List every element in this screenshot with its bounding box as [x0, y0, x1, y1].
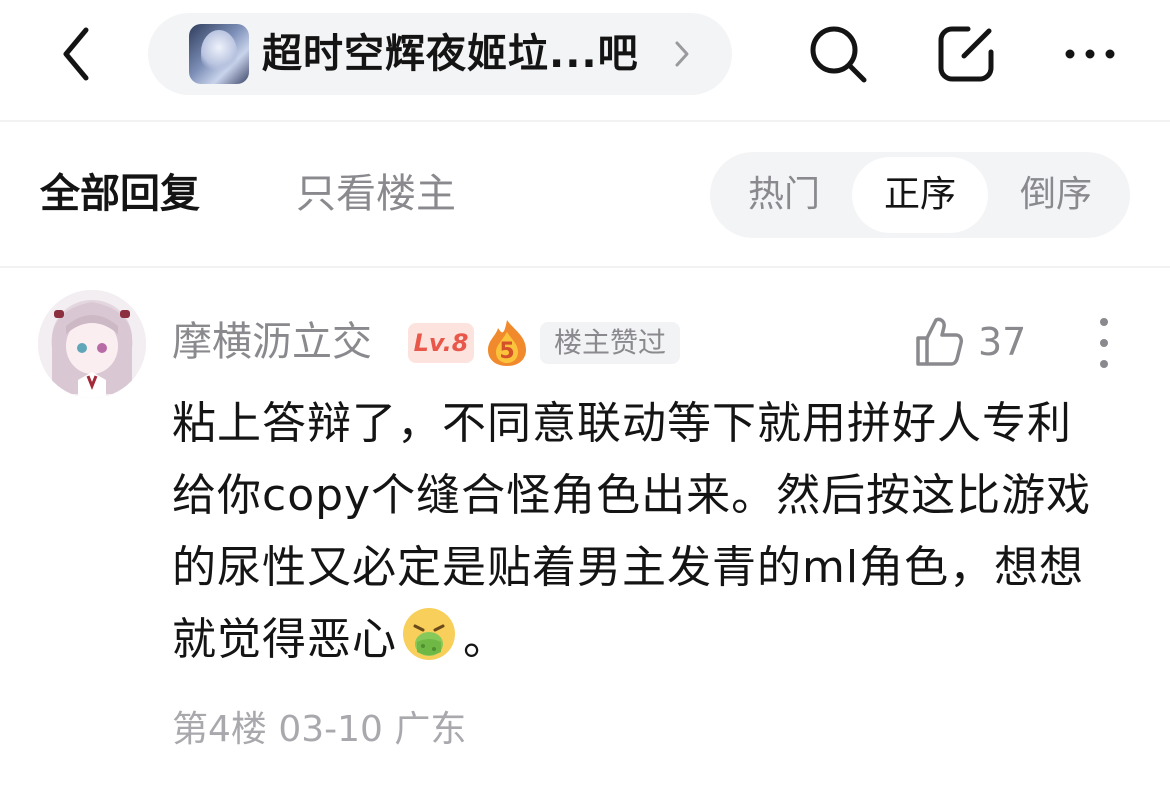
sort-segmented-control: 热门 正序 倒序: [710, 152, 1130, 238]
comment-text-end: 。: [463, 614, 508, 665]
forum-name: 超时空辉夜姬垃...吧: [262, 31, 639, 77]
forum-link[interactable]: 超时空辉夜姬垃...吧: [148, 13, 732, 95]
more-vertical-icon: [1100, 318, 1108, 368]
avatar-image: [38, 290, 146, 398]
avatar[interactable]: [38, 290, 146, 398]
chevron-right-icon: [675, 41, 689, 67]
sort-option-ascending[interactable]: 正序: [852, 157, 988, 233]
fire-badge-icon: 5: [488, 320, 526, 366]
level-badge: Lv.8: [408, 323, 474, 363]
comment-meta: 第4楼 03-10 广东: [172, 709, 467, 750]
username[interactable]: 摩横沥立交: [172, 312, 372, 372]
tab-op-only[interactable]: 只看楼主: [296, 166, 456, 222]
comment-item: 摩横沥立交 Lv.8 5 楼主赞过 37 粘上答辩了，不同意联动等下就用拼好人专…: [0, 268, 1170, 796]
op-liked-tag: 楼主赞过: [540, 322, 681, 364]
back-chevron-icon: [63, 27, 89, 81]
like-count: 37: [978, 320, 1027, 364]
reply-filter-bar: 全部回复 只看楼主 热门 正序 倒序: [0, 122, 1170, 266]
comment-text-main: 粘上答辩了，不同意联动等下就用拼好人专利给你copy个缝合怪角色出来。然后按这比…: [172, 398, 1092, 665]
more-button[interactable]: [1060, 22, 1124, 86]
sort-option-hot[interactable]: 热门: [718, 157, 850, 233]
sort-option-descending[interactable]: 倒序: [990, 157, 1122, 233]
comment-text: 粘上答辩了，不同意联动等下就用拼好人专利给你copy个缝合怪角色出来。然后按这比…: [172, 388, 1112, 676]
back-button[interactable]: [50, 22, 106, 86]
thumbs-up-icon: [916, 317, 963, 366]
fire-badge-number: 5: [499, 339, 514, 364]
comment-more-button[interactable]: [1086, 316, 1122, 370]
search-icon: [810, 26, 867, 83]
edit-button[interactable]: [934, 22, 998, 86]
more-horizontal-icon: [1065, 49, 1115, 59]
edit-icon: [938, 26, 994, 82]
like-button[interactable]: [914, 314, 964, 368]
forum-avatar: [189, 24, 249, 84]
search-button[interactable]: [806, 22, 870, 86]
tab-all-replies[interactable]: 全部回复: [40, 166, 200, 222]
vomit-emoji-icon: [403, 608, 455, 660]
top-bar: 超时空辉夜姬垃...吧: [0, 0, 1170, 120]
